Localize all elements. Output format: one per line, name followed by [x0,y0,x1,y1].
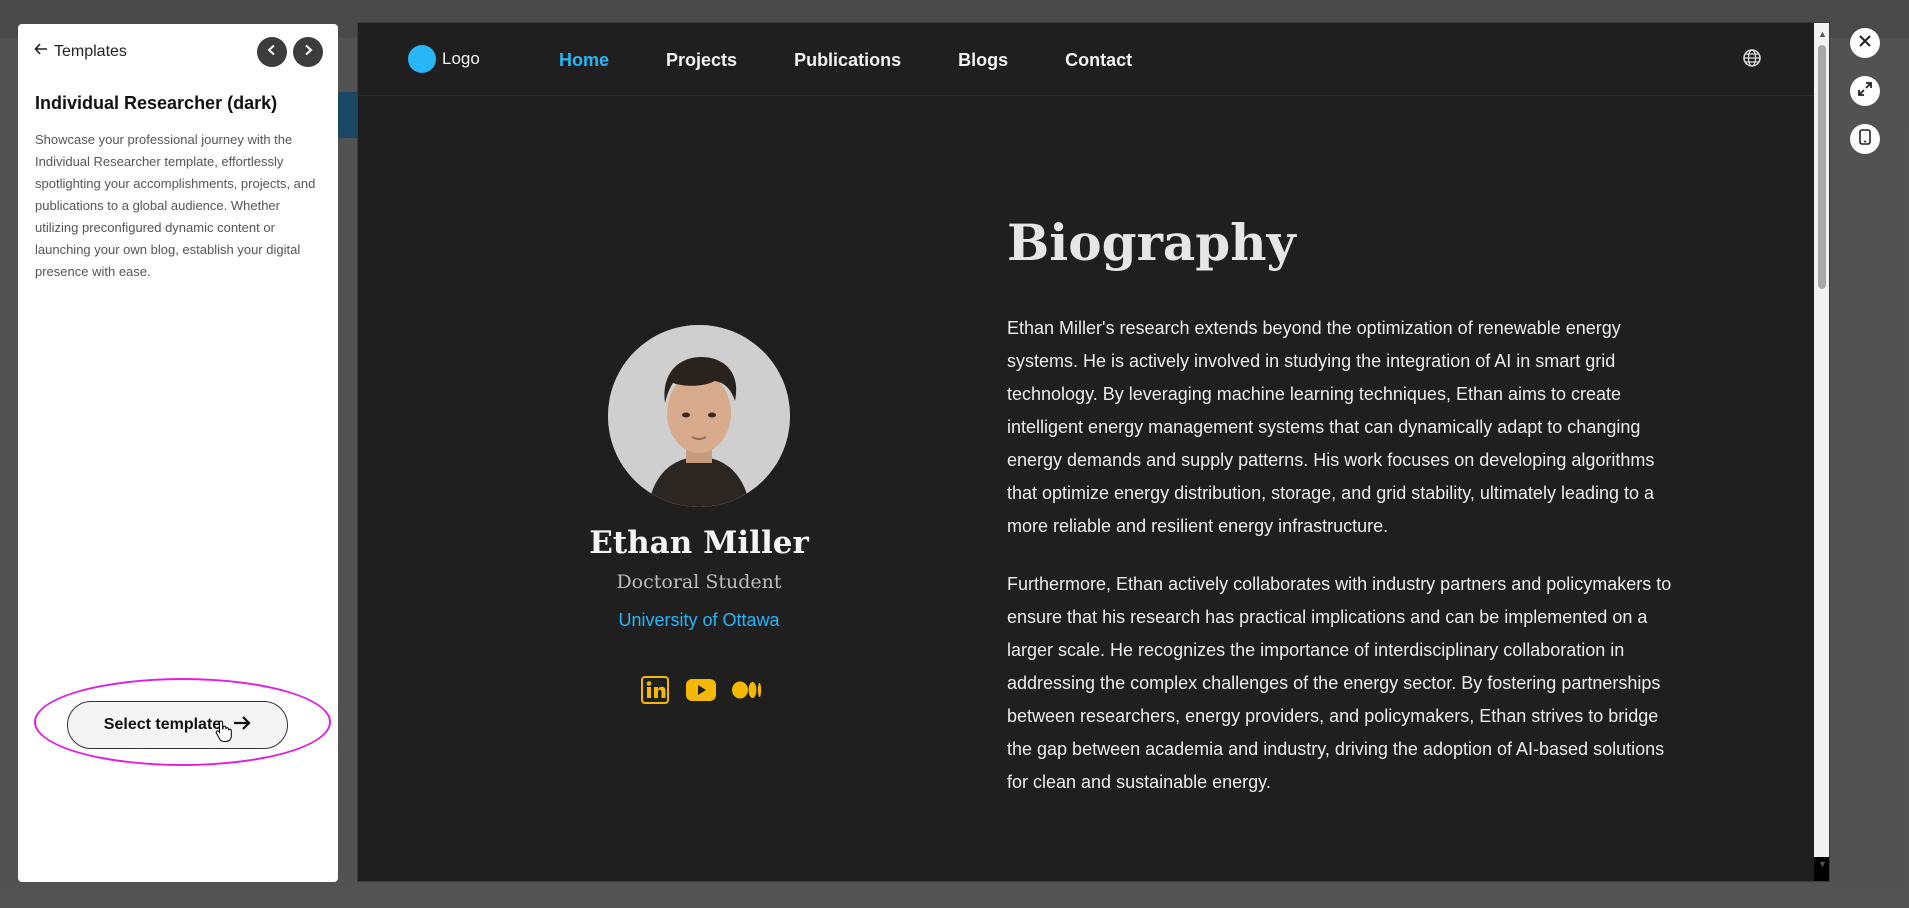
close-preview-button[interactable] [1850,28,1880,58]
arrow-left-icon [34,42,48,61]
site-nav-links: Home Projects Publications Blogs Contact [559,50,1132,71]
profile-university-link[interactable]: University of Ottawa [499,610,899,631]
globe-icon[interactable] [1742,48,1762,73]
hand-cursor-icon [215,720,233,747]
logo-text: Logo [442,49,480,68]
template-title: Individual Researcher (dark) [35,93,278,113]
select-template-label: Select template [103,716,222,733]
biography-paragraph: Furthermore, Ethan actively collaborates… [1007,574,1672,792]
medium-icon[interactable] [732,675,762,705]
site-logo[interactable]: Logo [408,45,480,73]
logo-mark [408,45,436,73]
chevron-right-icon [302,43,314,61]
chevron-left-icon [266,43,278,61]
close-icon [1858,34,1872,53]
profile-name: Ethan Miller [589,525,809,561]
mobile-icon [1859,128,1871,150]
nav-blogs[interactable]: Blogs [958,50,1008,71]
biography-heading: Biography [1007,213,1296,272]
fullscreen-preview-button[interactable] [1850,76,1880,106]
select-template-button[interactable]: Select template [67,701,288,749]
previous-template-button[interactable] [257,37,287,67]
nav-home[interactable]: Home [559,50,609,71]
template-description: Showcase your professional journey with … [35,132,316,279]
mobile-preview-button[interactable] [1850,124,1880,154]
scroll-down-arrow-icon[interactable]: ▼ [1818,859,1827,869]
arrow-right-icon [233,715,251,736]
profile-role: Doctoral Student [616,571,782,593]
preview-scroll-thumb[interactable] [1818,45,1826,289]
social-links [640,675,762,705]
site-navbar: Logo Home Projects Publications Blogs Co… [358,23,1814,96]
nav-publications[interactable]: Publications [794,50,901,71]
biography-paragraph: Ethan Miller's research extends beyond t… [1007,318,1655,536]
nav-contact[interactable]: Contact [1065,50,1132,71]
nav-projects[interactable]: Projects [666,50,737,71]
template-preview: Logo Home Projects Publications Blogs Co… [357,22,1830,882]
linkedin-icon[interactable] [640,675,670,705]
back-to-templates-link[interactable]: Templates [34,42,127,61]
next-template-button[interactable] [293,37,323,67]
youtube-icon[interactable] [686,675,716,705]
back-link-label: Templates [54,42,127,60]
scroll-up-arrow-icon[interactable]: ▲ [1818,29,1827,39]
expand-icon [1858,81,1872,101]
profile-avatar [608,325,790,507]
